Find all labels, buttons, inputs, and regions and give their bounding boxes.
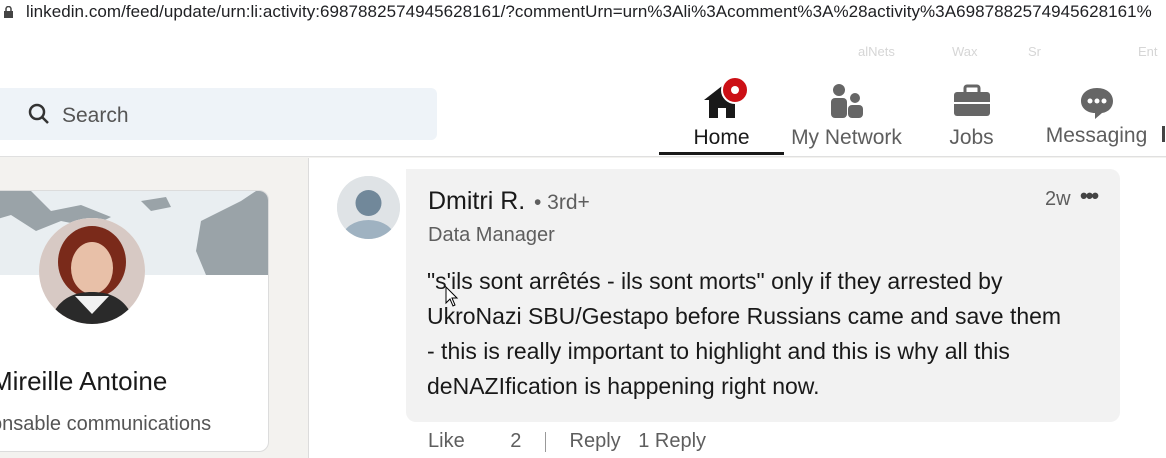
comment-text: "s'ils sont arrêtés - ils sont morts" on… (427, 264, 1107, 404)
comment-timestamp: 2w (1045, 188, 1071, 210)
briefcase-icon (953, 84, 990, 116)
comment-line: UkroNazi SBU/Gestapo before Russians cam… (427, 303, 1062, 329)
profile-name[interactable]: Mireille Antoine (0, 366, 167, 397)
bookmark-item[interactable]: Ent (1138, 44, 1158, 59)
comment-line: - this is really important to highlight … (427, 338, 1010, 364)
nav-messaging-label: Messaging (1045, 124, 1148, 147)
connection-degree: • 3rd+ (534, 191, 590, 214)
comment-line: "s'ils sont arrêtés - ils sont morts" on… (427, 268, 1003, 294)
like-button[interactable]: Like (428, 430, 465, 452)
more-options-icon[interactable]: ••• (1080, 183, 1099, 209)
url-text: linkedin.com/feed/update/urn:li:activity… (26, 2, 1152, 21)
nav-jobs-label: Jobs (949, 126, 994, 149)
comment-author[interactable]: Dmitri R. (428, 187, 525, 216)
default-avatar-icon (337, 176, 400, 239)
nav-overflow-edge (1162, 126, 1165, 142)
bookmarks-bar: alNets Wax Sr Ent (0, 26, 1166, 75)
comment-line: deNAZIfication is happening right now. (427, 373, 820, 399)
profile-photo (39, 218, 145, 324)
nav-messaging[interactable]: Messaging (1034, 74, 1159, 156)
search-input[interactable]: Search (62, 104, 129, 128)
avatar[interactable] (39, 218, 145, 324)
nav-jobs[interactable]: Jobs (909, 74, 1034, 156)
lock-icon (4, 6, 13, 18)
profile-headline: onsable communications (0, 413, 212, 435)
address-bar[interactable]: linkedin.com/feed/update/urn:li:activity… (0, 0, 1166, 26)
nav-my-network-label: My Network (791, 126, 902, 149)
reply-button[interactable]: Reply (570, 430, 621, 452)
top-nav: Search Home My Network Jobs Messaging (0, 74, 1166, 157)
reply-count[interactable]: 1 Reply (638, 430, 706, 452)
messaging-icon (1080, 88, 1113, 119)
my-network-icon (830, 84, 863, 118)
search-icon (28, 103, 49, 124)
reaction-count[interactable]: 2 (510, 430, 521, 452)
profile-card[interactable]: Mireille Antoine onsable communications (0, 190, 269, 452)
mouse-cursor-icon (445, 286, 459, 307)
commenter-avatar[interactable] (337, 176, 400, 239)
bookmark-item[interactable]: Wax (952, 44, 978, 59)
comment-author-title: Data Manager (428, 224, 555, 246)
bookmark-item[interactable]: alNets (858, 44, 895, 59)
notification-badge (721, 76, 749, 104)
search-box[interactable]: Search (0, 88, 437, 140)
nav-home[interactable]: Home (659, 74, 784, 156)
bookmark-item[interactable]: Sr (1028, 44, 1041, 59)
nav-home-label: Home (693, 126, 750, 149)
active-indicator (659, 152, 784, 155)
nav-my-network[interactable]: My Network (784, 74, 909, 156)
